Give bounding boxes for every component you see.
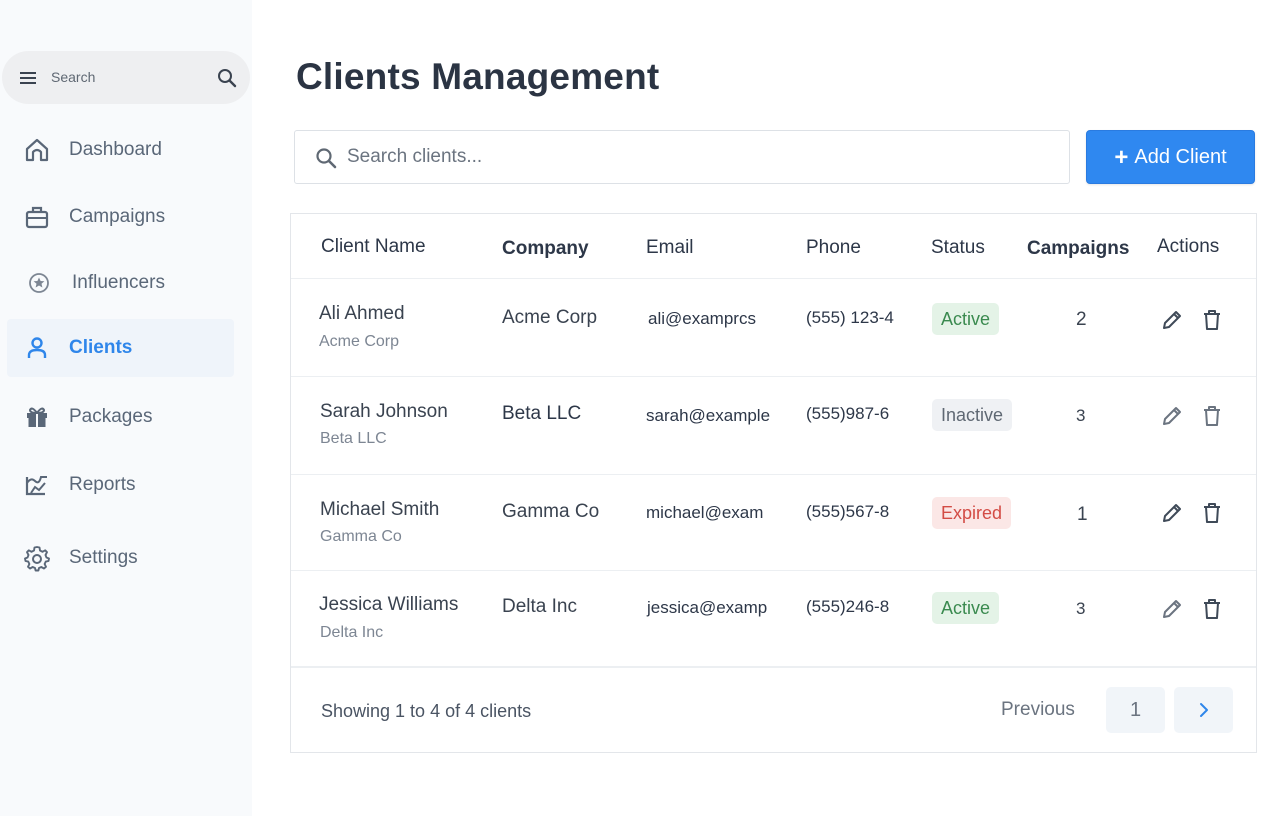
delete-icon[interactable] — [1199, 596, 1225, 622]
previous-button[interactable]: Previous — [1001, 699, 1075, 721]
edit-icon[interactable] — [1159, 403, 1185, 429]
status-badge: Inactive — [932, 399, 1013, 431]
campaigns-count: 2 — [1076, 309, 1087, 330]
delete-icon[interactable] — [1199, 500, 1225, 526]
sidebar-item-campaigns[interactable]: Campaigns — [7, 188, 234, 246]
delete-icon[interactable] — [1199, 307, 1225, 333]
row-divider — [291, 666, 1256, 668]
sidebar: Search Dashboard Campaigns Influencers C… — [0, 0, 252, 816]
row-divider — [291, 376, 1256, 377]
status-badge: Expired — [932, 497, 1012, 529]
client-company-sub: Delta Inc — [320, 624, 384, 641]
client-name: Michael Smith — [320, 499, 440, 520]
campaigns-count: 3 — [1076, 406, 1086, 425]
client-name: Ali Ahmed — [319, 303, 405, 324]
edit-icon[interactable] — [1159, 307, 1185, 333]
home-icon — [23, 136, 51, 164]
sidebar-item-label: Reports — [69, 474, 136, 495]
header-actions: Actions — [1157, 236, 1220, 257]
gear-icon — [23, 544, 51, 572]
client-search[interactable] — [294, 130, 1070, 184]
clients-table: Client Name Company Email Phone Status C… — [290, 213, 1257, 753]
briefcase-icon — [23, 203, 51, 231]
company-cell: Beta LLC — [502, 403, 582, 424]
company-cell: Gamma Co — [502, 501, 600, 522]
edit-icon[interactable] — [1159, 500, 1185, 526]
row-divider — [291, 474, 1256, 475]
sidebar-item-reports[interactable]: Reports — [7, 456, 234, 514]
row-divider — [291, 570, 1256, 571]
sidebar-item-label: Dashboard — [69, 139, 162, 160]
add-client-label: Add Client — [1134, 145, 1227, 168]
sidebar-item-influencers[interactable]: Influencers — [7, 254, 234, 312]
header-company[interactable]: Company — [502, 238, 589, 260]
email-cell: sarah@example — [646, 406, 771, 425]
sidebar-item-clients[interactable]: Clients — [7, 319, 234, 377]
email-cell: jessica@examp — [647, 598, 768, 617]
sidebar-search-label: Search — [51, 69, 96, 85]
header-phone[interactable]: Phone — [806, 237, 861, 259]
chevron-right-icon — [1199, 703, 1208, 717]
status-badge: Active — [932, 592, 1000, 624]
chart-icon — [23, 471, 51, 499]
sidebar-item-label: Clients — [69, 337, 133, 358]
menu-icon[interactable] — [19, 69, 37, 87]
company-cell: Delta Inc — [502, 596, 577, 617]
client-company-sub: Gamma Co — [320, 528, 402, 545]
campaigns-count: 3 — [1076, 599, 1086, 618]
email-cell: ali@examprcs — [648, 309, 756, 328]
client-name: Jessica Williams — [319, 594, 459, 615]
search-icon — [316, 148, 337, 169]
phone-cell: (555)987-6 — [806, 404, 890, 423]
search-icon[interactable] — [216, 67, 238, 89]
row-divider — [291, 278, 1256, 279]
add-client-button[interactable]: + Add Client — [1086, 130, 1255, 184]
sidebar-item-label: Campaigns — [69, 206, 166, 227]
sidebar-item-dashboard[interactable]: Dashboard — [7, 121, 234, 179]
company-cell: Acme Corp — [502, 307, 598, 328]
next-button[interactable] — [1174, 687, 1233, 733]
page-title: Clients Management — [296, 56, 660, 97]
sidebar-item-label: Settings — [69, 547, 138, 568]
campaigns-count: 1 — [1077, 504, 1088, 525]
star-circle-icon — [25, 269, 53, 297]
edit-icon[interactable] — [1159, 596, 1185, 622]
sidebar-item-label: Influencers — [72, 272, 165, 293]
phone-cell: (555) 123-4 — [806, 308, 894, 327]
client-name: Sarah Johnson — [320, 401, 448, 422]
header-status[interactable]: Status — [931, 237, 985, 259]
header-email[interactable]: Email — [646, 237, 694, 259]
search-input[interactable] — [347, 139, 1047, 175]
phone-cell: (555)567-8 — [806, 502, 890, 521]
client-company-sub: Acme Corp — [319, 333, 400, 350]
header-client-name[interactable]: Client Name — [321, 236, 426, 258]
sidebar-search[interactable]: Search — [2, 51, 250, 104]
pagination-summary: Showing 1 to 4 of 4 clients — [321, 701, 532, 721]
sidebar-item-label: Packages — [69, 406, 153, 427]
sidebar-item-settings[interactable]: Settings — [7, 529, 234, 587]
delete-icon[interactable] — [1199, 403, 1225, 429]
user-icon — [23, 334, 51, 362]
status-badge: Active — [932, 303, 1000, 335]
sidebar-item-packages[interactable]: Packages — [7, 388, 234, 446]
email-cell: michael@exam — [646, 503, 764, 522]
page-number-button[interactable]: 1 — [1106, 687, 1165, 733]
plus-icon: + — [1114, 144, 1129, 171]
client-company-sub: Beta LLC — [320, 430, 387, 447]
gift-icon — [23, 403, 51, 431]
header-campaigns[interactable]: Campaigns — [1027, 238, 1129, 260]
phone-cell: (555)246-8 — [806, 597, 890, 616]
